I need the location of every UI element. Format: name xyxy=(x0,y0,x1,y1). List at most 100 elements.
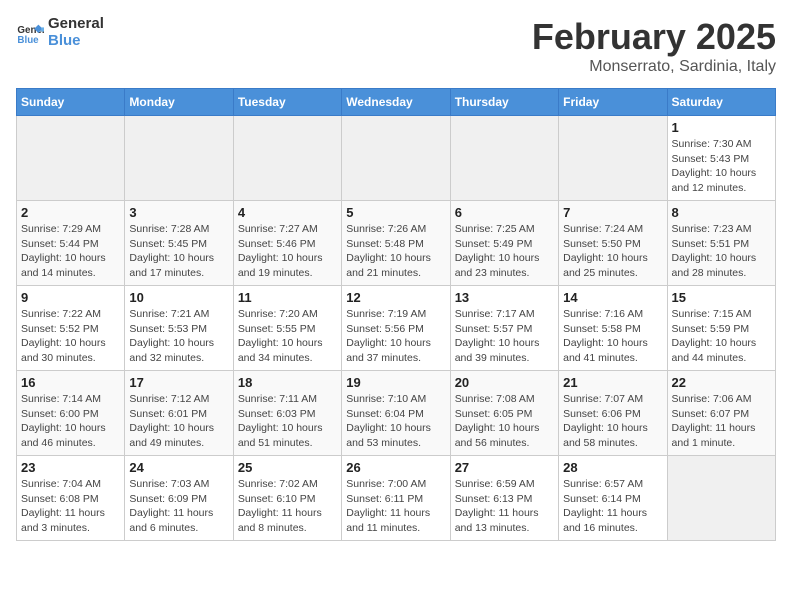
calendar-cell: 19 Sunrise: 7:10 AM Sunset: 6:04 PM Dayli… xyxy=(342,371,450,456)
day-number: 19 xyxy=(346,375,445,390)
calendar-cell xyxy=(559,116,667,201)
day-info: Sunrise: 7:11 AM Sunset: 6:03 PM Dayligh… xyxy=(238,392,337,451)
calendar-cell: 27 Sunrise: 6:59 AM Sunset: 6:13 PM Dayli… xyxy=(450,456,558,541)
day-info: Sunrise: 7:29 AM Sunset: 5:44 PM Dayligh… xyxy=(21,222,120,281)
title-area: February 2025 Monserrato, Sardinia, Ital… xyxy=(532,16,776,76)
calendar-cell: 16 Sunrise: 7:14 AM Sunset: 6:00 PM Dayli… xyxy=(17,371,125,456)
calendar-cell: 9 Sunrise: 7:22 AM Sunset: 5:52 PM Daylig… xyxy=(17,286,125,371)
day-info: Sunrise: 7:17 AM Sunset: 5:57 PM Dayligh… xyxy=(455,307,554,366)
day-number: 16 xyxy=(21,375,120,390)
calendar-cell: 21 Sunrise: 7:07 AM Sunset: 6:06 PM Dayli… xyxy=(559,371,667,456)
day-number: 8 xyxy=(672,205,771,220)
calendar-cell: 24 Sunrise: 7:03 AM Sunset: 6:09 PM Dayli… xyxy=(125,456,233,541)
day-number: 20 xyxy=(455,375,554,390)
day-info: Sunrise: 7:14 AM Sunset: 6:00 PM Dayligh… xyxy=(21,392,120,451)
calendar-cell: 15Sunrise: 7:15 AM Sunset: 5:59 PM Dayli… xyxy=(667,286,775,371)
weekday-header-thursday: Thursday xyxy=(450,89,558,116)
calendar-cell: 8 Sunrise: 7:23 AM Sunset: 5:51 PM Daylig… xyxy=(667,201,775,286)
calendar-week-1: 1 Sunrise: 7:30 AM Sunset: 5:43 PM Daylig… xyxy=(17,116,776,201)
day-number: 7 xyxy=(563,205,662,220)
calendar-cell: 13 Sunrise: 7:17 AM Sunset: 5:57 PM Dayli… xyxy=(450,286,558,371)
day-info: Sunrise: 7:21 AM Sunset: 5:53 PM Dayligh… xyxy=(129,307,228,366)
day-info: Sunrise: 7:04 AM Sunset: 6:08 PM Dayligh… xyxy=(21,477,120,536)
day-number: 18 xyxy=(238,375,337,390)
day-info: Sunrise: 7:27 AM Sunset: 5:46 PM Dayligh… xyxy=(238,222,337,281)
calendar-cell: 25 Sunrise: 7:02 AM Sunset: 6:10 PM Dayli… xyxy=(233,456,341,541)
header-area: General Blue General Blue February 2025 … xyxy=(16,16,776,76)
weekday-header-friday: Friday xyxy=(559,89,667,116)
location-title: Monserrato, Sardinia, Italy xyxy=(532,58,776,76)
day-info: Sunrise: 7:28 AM Sunset: 5:45 PM Dayligh… xyxy=(129,222,228,281)
day-number: 17 xyxy=(129,375,228,390)
day-number: 28 xyxy=(563,460,662,475)
day-info: Sunrise: 7:20 AM Sunset: 5:55 PM Dayligh… xyxy=(238,307,337,366)
calendar-cell xyxy=(342,116,450,201)
day-info: Sunrise: 7:03 AM Sunset: 6:09 PM Dayligh… xyxy=(129,477,228,536)
day-info: Sunrise: 7:23 AM Sunset: 5:51 PM Dayligh… xyxy=(672,222,771,281)
calendar-week-3: 9 Sunrise: 7:22 AM Sunset: 5:52 PM Daylig… xyxy=(17,286,776,371)
day-number: 9 xyxy=(21,290,120,305)
month-title: February 2025 xyxy=(532,16,776,58)
calendar-cell: 2 Sunrise: 7:29 AM Sunset: 5:44 PM Daylig… xyxy=(17,201,125,286)
day-info: Sunrise: 6:59 AM Sunset: 6:13 PM Dayligh… xyxy=(455,477,554,536)
logo-general: General xyxy=(48,16,104,33)
day-number: 27 xyxy=(455,460,554,475)
day-info: Sunrise: 7:02 AM Sunset: 6:10 PM Dayligh… xyxy=(238,477,337,536)
weekday-header-sunday: Sunday xyxy=(17,89,125,116)
calendar: SundayMondayTuesdayWednesdayThursdayFrid… xyxy=(16,88,776,541)
weekday-header-tuesday: Tuesday xyxy=(233,89,341,116)
day-info: Sunrise: 7:10 AM Sunset: 6:04 PM Dayligh… xyxy=(346,392,445,451)
calendar-cell xyxy=(450,116,558,201)
day-number: 12 xyxy=(346,290,445,305)
day-info: Sunrise: 7:06 AM Sunset: 6:07 PM Dayligh… xyxy=(672,392,771,451)
calendar-cell: 11 Sunrise: 7:20 AM Sunset: 5:55 PM Dayli… xyxy=(233,286,341,371)
weekday-header-saturday: Saturday xyxy=(667,89,775,116)
calendar-cell: 7 Sunrise: 7:24 AM Sunset: 5:50 PM Daylig… xyxy=(559,201,667,286)
day-number: 11 xyxy=(238,290,337,305)
day-number: 26 xyxy=(346,460,445,475)
calendar-cell: 3Sunrise: 7:28 AM Sunset: 5:45 PM Daylig… xyxy=(125,201,233,286)
day-number: 5 xyxy=(346,205,445,220)
day-number: 2 xyxy=(21,205,120,220)
calendar-cell: 12 Sunrise: 7:19 AM Sunset: 5:56 PM Dayli… xyxy=(342,286,450,371)
calendar-cell: 20Sunrise: 7:08 AM Sunset: 6:05 PM Dayli… xyxy=(450,371,558,456)
day-number: 21 xyxy=(563,375,662,390)
calendar-cell xyxy=(667,456,775,541)
calendar-cell: 28 Sunrise: 6:57 AM Sunset: 6:14 PM Dayli… xyxy=(559,456,667,541)
day-number: 4 xyxy=(238,205,337,220)
calendar-cell: 17Sunrise: 7:12 AM Sunset: 6:01 PM Dayli… xyxy=(125,371,233,456)
day-info: Sunrise: 7:26 AM Sunset: 5:48 PM Dayligh… xyxy=(346,222,445,281)
day-info: Sunrise: 7:16 AM Sunset: 5:58 PM Dayligh… xyxy=(563,307,662,366)
day-number: 25 xyxy=(238,460,337,475)
calendar-cell: 23 Sunrise: 7:04 AM Sunset: 6:08 PM Dayli… xyxy=(17,456,125,541)
day-info: Sunrise: 7:19 AM Sunset: 5:56 PM Dayligh… xyxy=(346,307,445,366)
day-number: 15 xyxy=(672,290,771,305)
logo: General Blue General Blue xyxy=(16,16,104,49)
logo-icon: General Blue xyxy=(16,19,44,47)
calendar-cell: 5 Sunrise: 7:26 AM Sunset: 5:48 PM Daylig… xyxy=(342,201,450,286)
day-info: Sunrise: 7:25 AM Sunset: 5:49 PM Dayligh… xyxy=(455,222,554,281)
day-info: Sunrise: 7:30 AM Sunset: 5:43 PM Dayligh… xyxy=(672,137,771,196)
day-info: Sunrise: 7:22 AM Sunset: 5:52 PM Dayligh… xyxy=(21,307,120,366)
calendar-cell: 1 Sunrise: 7:30 AM Sunset: 5:43 PM Daylig… xyxy=(667,116,775,201)
calendar-cell: 22Sunrise: 7:06 AM Sunset: 6:07 PM Dayli… xyxy=(667,371,775,456)
weekday-header-monday: Monday xyxy=(125,89,233,116)
day-info: Sunrise: 6:57 AM Sunset: 6:14 PM Dayligh… xyxy=(563,477,662,536)
calendar-cell xyxy=(233,116,341,201)
calendar-cell xyxy=(125,116,233,201)
calendar-week-4: 16 Sunrise: 7:14 AM Sunset: 6:00 PM Dayli… xyxy=(17,371,776,456)
day-info: Sunrise: 7:07 AM Sunset: 6:06 PM Dayligh… xyxy=(563,392,662,451)
day-number: 23 xyxy=(21,460,120,475)
day-number: 10 xyxy=(129,290,228,305)
day-info: Sunrise: 7:00 AM Sunset: 6:11 PM Dayligh… xyxy=(346,477,445,536)
day-number: 24 xyxy=(129,460,228,475)
calendar-cell: 18 Sunrise: 7:11 AM Sunset: 6:03 PM Dayli… xyxy=(233,371,341,456)
calendar-cell: 10 Sunrise: 7:21 AM Sunset: 5:53 PM Dayli… xyxy=(125,286,233,371)
day-number: 13 xyxy=(455,290,554,305)
day-number: 14 xyxy=(563,290,662,305)
day-info: Sunrise: 7:24 AM Sunset: 5:50 PM Dayligh… xyxy=(563,222,662,281)
day-number: 6 xyxy=(455,205,554,220)
day-number: 1 xyxy=(672,120,771,135)
weekday-header-wednesday: Wednesday xyxy=(342,89,450,116)
calendar-cell: 6 Sunrise: 7:25 AM Sunset: 5:49 PM Daylig… xyxy=(450,201,558,286)
